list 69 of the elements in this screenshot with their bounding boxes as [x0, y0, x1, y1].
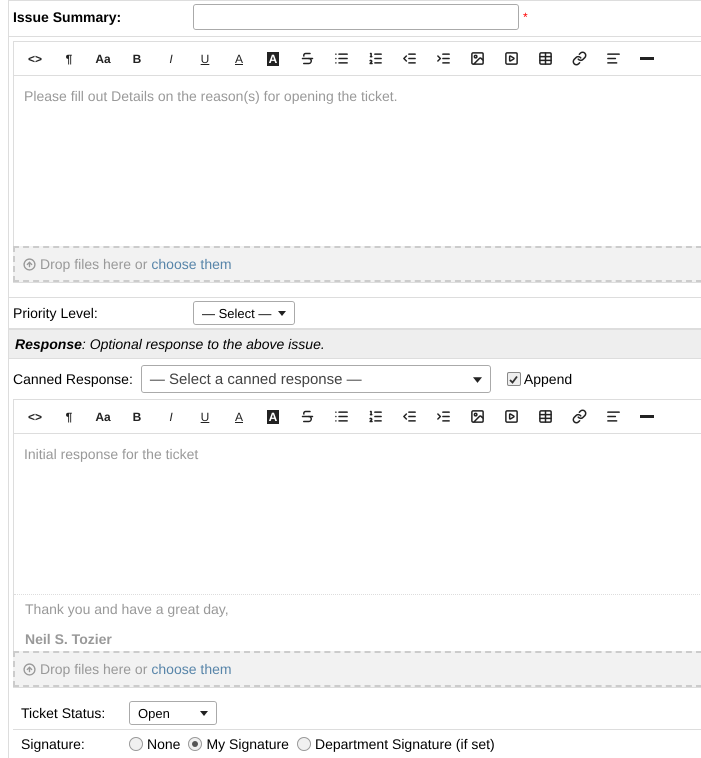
- checkmark-icon: [509, 374, 518, 384]
- field-label: Signature:: [21, 736, 86, 752]
- signature-radio[interactable]: Department Signature (if set): [288, 736, 495, 752]
- file-drop-zone[interactable]: Drop files here or choose them: [13, 651, 701, 687]
- required-mark: *: [523, 10, 528, 24]
- indent-icon: [436, 409, 450, 424]
- numbered-list-icon: [368, 51, 382, 66]
- drop-text: Drop files here or: [40, 256, 148, 272]
- indent-icon: [436, 51, 450, 66]
- priority-select[interactable]: — Select —: [193, 301, 295, 325]
- font-color-button[interactable]: A: [222, 44, 256, 74]
- image-icon: [470, 409, 484, 424]
- video-icon: [504, 409, 518, 424]
- image-icon: [470, 51, 484, 66]
- choose-files-link[interactable]: choose them: [151, 661, 232, 677]
- table-icon: [538, 51, 552, 66]
- underline-button[interactable]: U: [188, 44, 222, 74]
- italic-button[interactable]: I: [154, 402, 188, 432]
- background-color-button[interactable]: A: [256, 402, 290, 432]
- underline-button[interactable]: U: [188, 402, 222, 432]
- bullet-list-icon: [334, 51, 348, 66]
- code-view-button[interactable]: <>: [18, 44, 52, 74]
- editor-placeholder: Please fill out Details on the reason(s) for opening the ticket.: [24, 88, 399, 104]
- strikethrough-icon: [300, 51, 314, 66]
- align-left-icon: [606, 409, 620, 424]
- choose-files-link[interactable]: choose them: [151, 256, 232, 272]
- upload-icon: [23, 258, 36, 270]
- outdent-icon: [402, 51, 416, 66]
- rich-text-editor[interactable]: <> ¶ Aa B I U A A Please fill out Details on the reason(s) for opening the ticket. Drop files here or choose them: [13, 41, 701, 283]
- upload-icon: [23, 662, 36, 676]
- canned-response-select[interactable]: — Select a canned response —: [140, 365, 491, 393]
- field-label: Priority Level:: [13, 305, 99, 321]
- table-icon: [538, 409, 552, 424]
- file-drop-zone[interactable]: Drop files here or choose them: [13, 246, 701, 282]
- italic-button[interactable]: I: [154, 44, 188, 74]
- link-icon: [572, 51, 586, 66]
- link-icon: [572, 409, 586, 424]
- paragraph-button[interactable]: Aa: [86, 44, 120, 74]
- strikethrough-icon: [300, 409, 314, 424]
- ticket-status-select[interactable]: Open: [129, 701, 217, 725]
- issue-summary-input[interactable]: [193, 4, 519, 30]
- bold-button[interactable]: B: [120, 44, 154, 74]
- caret-icon: [472, 374, 482, 384]
- caret-icon: [200, 709, 208, 717]
- caret-icon: [278, 309, 286, 317]
- align-left-icon: [606, 51, 620, 66]
- field-label: Ticket Status:: [21, 705, 106, 721]
- paragraph-button[interactable]: ¶: [52, 44, 86, 74]
- numbered-list-icon: [368, 409, 382, 424]
- outdent-icon: [402, 409, 416, 424]
- signature-text: Neil S. Tozier: [25, 631, 113, 647]
- rich-text-editor[interactable]: <> ¶ Aa B I U A A Initial response for the ticket Thank you and have a great day, Neil S. Tozier Drop files here or choose them: [13, 399, 701, 688]
- bullet-list-icon: [334, 409, 348, 424]
- signature-radio[interactable]: My Signature: [180, 736, 289, 752]
- paragraph-button[interactable]: Aa: [86, 402, 120, 432]
- drop-text: Drop files here or: [40, 661, 148, 677]
- field-label: Canned Response:: [13, 371, 133, 387]
- signature-radio[interactable]: None: [121, 736, 180, 752]
- signature-text: Thank you and have a great day,: [25, 601, 230, 617]
- background-color-button[interactable]: A: [256, 44, 290, 74]
- video-icon: [504, 51, 518, 66]
- font-color-button[interactable]: A: [222, 402, 256, 432]
- code-view-button[interactable]: <>: [18, 402, 52, 432]
- editor-placeholder: Initial response for the ticket: [24, 446, 200, 462]
- paragraph-button[interactable]: ¶: [52, 402, 86, 432]
- response-header: Response: Optional response to the above issue.: [9, 328, 701, 359]
- bold-button[interactable]: B: [120, 402, 154, 432]
- field-label: Issue Summary:: [13, 9, 122, 25]
- append-checkbox[interactable]: Append: [506, 371, 572, 387]
